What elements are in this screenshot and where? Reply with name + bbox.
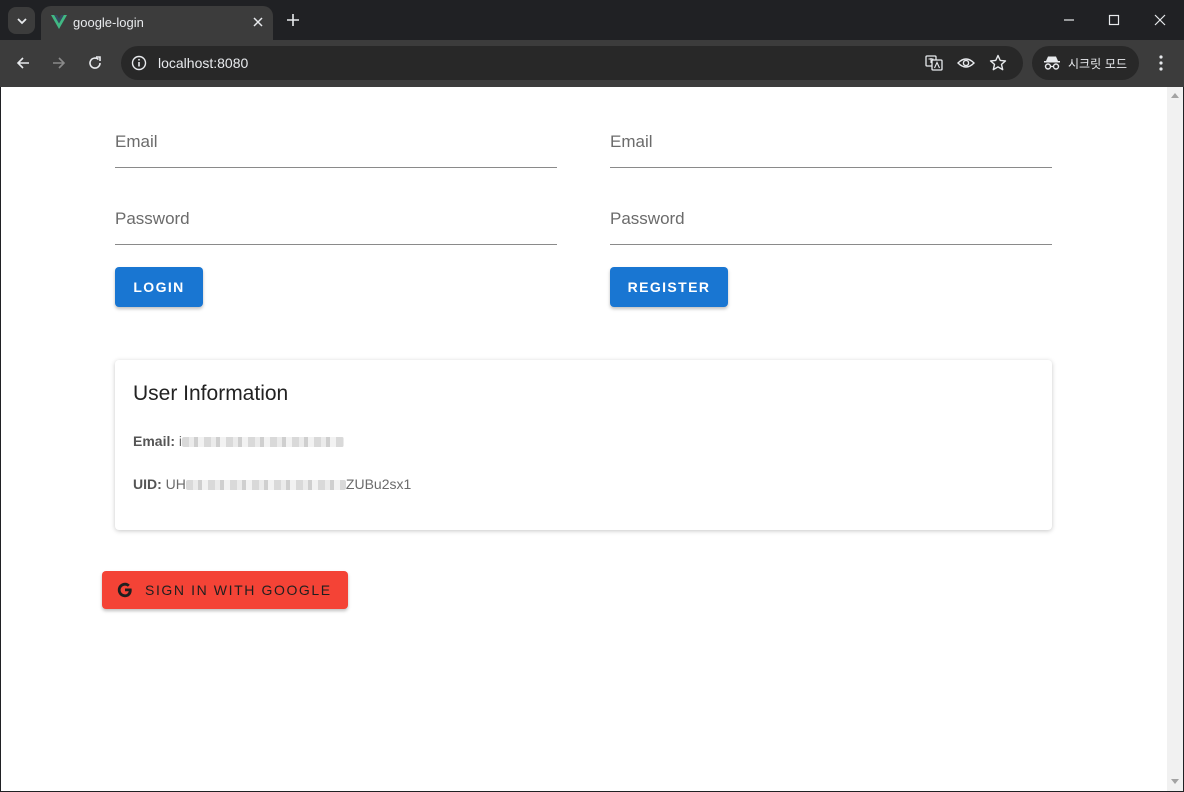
login-button-label: LOGIN xyxy=(133,279,185,295)
minimize-button[interactable] xyxy=(1059,10,1079,30)
register-password-field[interactable]: Password xyxy=(610,204,1052,245)
chevron-down-icon xyxy=(16,17,27,24)
minimize-icon xyxy=(1064,19,1074,21)
tab-search-button[interactable] xyxy=(8,7,35,34)
url-text[interactable]: localhost:8080 xyxy=(158,55,248,71)
arrow-right-icon xyxy=(53,57,66,69)
user-uid-suffix: ZUBu2sx1 xyxy=(345,476,412,492)
register-email-label: Email xyxy=(610,132,653,151)
user-uid-row: UID: UH ZUBu2sx1 xyxy=(133,476,411,492)
google-icon xyxy=(117,582,132,598)
scroll-up-arrow-icon[interactable] xyxy=(1171,93,1179,98)
register-button-label: REGISTER xyxy=(627,279,711,295)
eye-icon xyxy=(957,58,975,68)
login-email-label: Email xyxy=(115,132,158,151)
site-info-icon[interactable] xyxy=(131,55,147,71)
login-email-field[interactable]: Email xyxy=(115,127,557,168)
user-uid-prefix: UH xyxy=(165,476,186,492)
page-scrollbar[interactable] xyxy=(1167,87,1183,791)
vue-logo-icon xyxy=(51,15,67,29)
user-email-key: Email: xyxy=(133,433,176,449)
register-button[interactable]: REGISTER xyxy=(610,267,728,307)
incognito-indicator[interactable]: 시크릿 모드 xyxy=(1032,46,1139,80)
address-bar[interactable]: localhost:8080 xyxy=(121,46,1023,80)
redacted-uid-blur xyxy=(185,480,346,491)
register-email-field[interactable]: Email xyxy=(610,127,1052,168)
close-icon xyxy=(253,17,263,27)
browser-tab-bar: google-login xyxy=(0,0,1184,40)
register-password-label: Password xyxy=(610,209,685,228)
browser-toolbar: localhost:8080 시크릿 모드 xyxy=(0,40,1184,87)
user-info-title: User Information xyxy=(133,382,289,405)
close-window-button[interactable] xyxy=(1150,10,1170,30)
translate-button[interactable] xyxy=(925,54,943,72)
incognito-label: 시크릿 모드 xyxy=(1068,57,1128,71)
forward-button[interactable] xyxy=(49,53,69,73)
close-icon xyxy=(1154,14,1166,26)
login-button[interactable]: LOGIN xyxy=(115,267,203,307)
tab-title: google-login xyxy=(73,15,144,30)
reading-mode-button[interactable] xyxy=(957,54,975,72)
page-viewport: Email Password LOGIN Email Password REGI… xyxy=(1,87,1167,791)
tab-close-button[interactable] xyxy=(249,13,267,31)
user-uid-key: UID: xyxy=(133,476,162,492)
login-password-field[interactable]: Password xyxy=(115,204,557,245)
login-password-label: Password xyxy=(115,209,190,228)
browser-menu-button[interactable] xyxy=(1151,53,1171,73)
scroll-down-arrow-icon[interactable] xyxy=(1171,779,1179,784)
translate-icon xyxy=(925,55,943,71)
browser-tab[interactable]: google-login xyxy=(41,6,273,40)
more-vertical-icon xyxy=(1159,55,1163,71)
back-button[interactable] xyxy=(13,53,33,73)
google-sign-in-label: SIGN IN WITH GOOGLE xyxy=(145,582,332,598)
bookmark-button[interactable] xyxy=(989,54,1007,72)
reload-button[interactable] xyxy=(85,53,105,73)
maximize-icon xyxy=(1108,14,1120,26)
arrow-left-icon xyxy=(16,57,29,69)
incognito-icon xyxy=(1044,56,1060,70)
reload-icon xyxy=(89,56,101,69)
plus-icon xyxy=(287,14,299,26)
maximize-button[interactable] xyxy=(1104,10,1124,30)
redacted-email-blur xyxy=(182,437,345,448)
google-sign-in-button[interactable]: SIGN IN WITH GOOGLE xyxy=(102,571,348,609)
star-icon xyxy=(989,54,1007,71)
user-info-card: User Information Email: i UID: UH ZUBu2sx… xyxy=(115,360,1052,530)
user-email-row: Email: i xyxy=(133,433,345,449)
new-tab-button[interactable] xyxy=(284,11,302,29)
